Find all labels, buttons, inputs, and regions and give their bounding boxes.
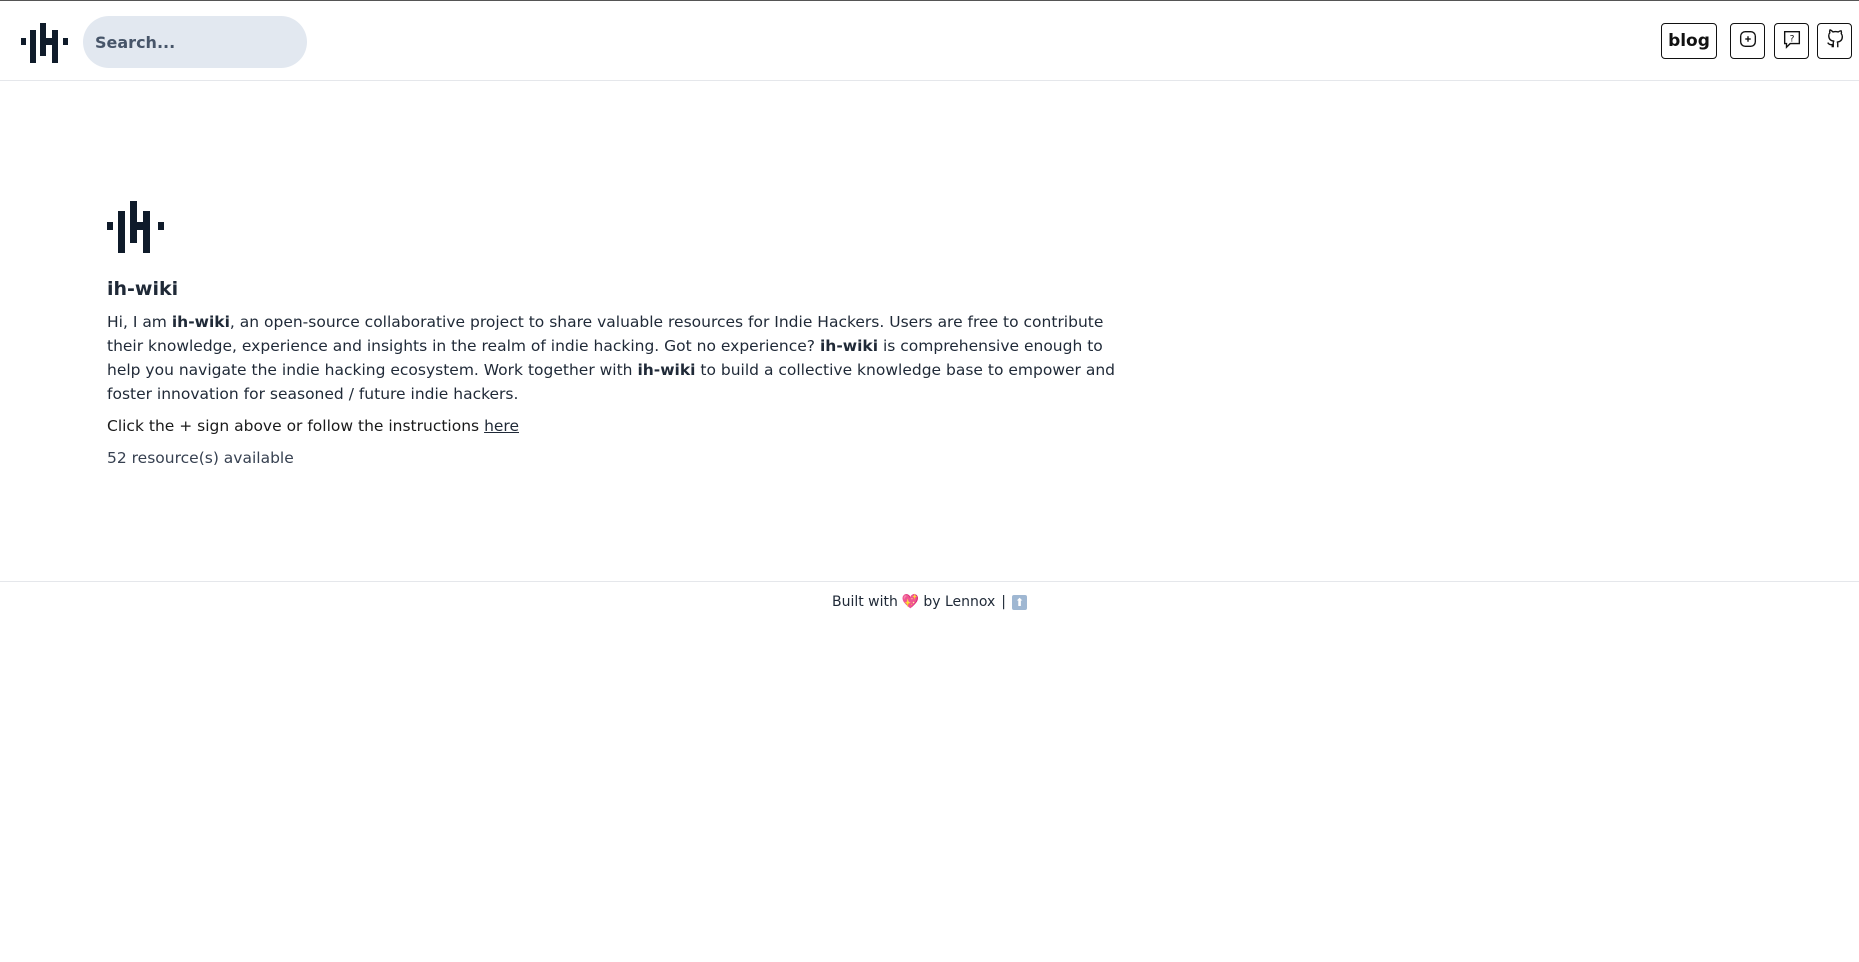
- github-button[interactable]: [1817, 23, 1852, 59]
- author-text: by Lennox: [923, 594, 996, 610]
- built-with-text: Built with: [831, 594, 898, 610]
- help-icon: ?: [1781, 28, 1803, 54]
- instructions-link[interactable]: here: [484, 417, 519, 435]
- svg-text:?: ?: [1789, 33, 1794, 44]
- logo-icon: [107, 200, 1137, 254]
- back-to-top-icon[interactable]: ⬆: [1012, 594, 1028, 610]
- project-name: ih-wiki: [819, 337, 879, 355]
- intro-paragraph: Hi, I am ih-wiki, an open-source collabo…: [107, 310, 1137, 406]
- resource-count: 52 resource(s) available: [107, 449, 294, 467]
- instructions-line: Click the + sign above or follow the ins…: [107, 414, 1137, 438]
- logo-icon[interactable]: [20, 21, 70, 63]
- help-button[interactable]: ?: [1774, 23, 1809, 59]
- top-navbar: blog ?: [0, 1, 1859, 81]
- blog-button[interactable]: blog: [1661, 23, 1717, 59]
- project-name: ih-wiki: [171, 313, 230, 331]
- blog-button-label: blog: [1668, 31, 1710, 51]
- intro-text: Hi, I am: [107, 313, 172, 331]
- instructions-text: Click the + sign above or follow the ins…: [107, 417, 485, 435]
- heart-icon: 💖: [901, 594, 920, 610]
- main-content: ih-wiki Hi, I am ih-wiki, an open-source…: [107, 200, 1137, 470]
- project-name: ih-wiki: [637, 361, 696, 379]
- page-title: ih-wiki: [107, 278, 179, 300]
- github-icon: [1824, 28, 1846, 54]
- add-icon: [1737, 28, 1759, 54]
- footer: Built with 💖 by Lennox | ⬆: [0, 581, 1859, 622]
- add-resource-button[interactable]: [1730, 23, 1765, 59]
- footer-separator: |: [1001, 594, 1007, 610]
- search-input[interactable]: [83, 16, 307, 68]
